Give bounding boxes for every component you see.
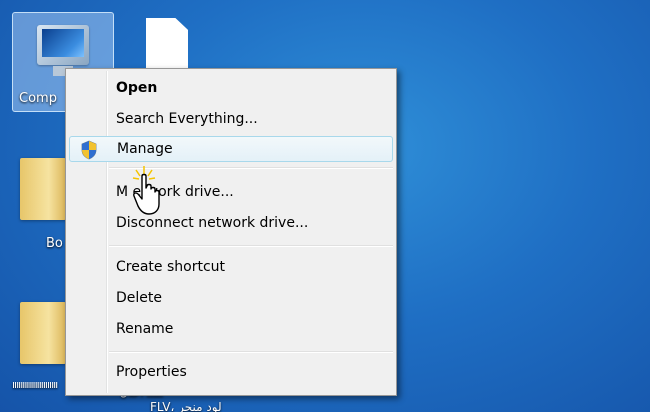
menu-separator: [109, 351, 393, 353]
menu-item-rename[interactable]: Rename: [69, 317, 393, 343]
menu-separator: [109, 245, 393, 247]
menu-item-label: Delete: [116, 290, 162, 306]
document-icon[interactable]: [146, 18, 188, 72]
menu-item-delete[interactable]: Delete: [69, 286, 393, 312]
folder-label-obscured: ıııııııııııııııııııııı: [12, 378, 58, 391]
menu-item-manage[interactable]: Manage: [69, 136, 393, 162]
computer-icon-label: Comp: [19, 91, 57, 106]
menu-item-label: Manage: [117, 141, 173, 157]
menu-item-open[interactable]: Open: [69, 76, 393, 102]
menu-item-label: Create shortcut: [116, 259, 226, 275]
hand-pointer-icon: [132, 166, 160, 215]
menu-item-label: Open: [116, 80, 158, 96]
menu-item-label: Rename: [116, 321, 174, 337]
menu-item-properties[interactable]: Properties: [69, 360, 393, 386]
menu-item-map-network-drive[interactable]: M etwork drive...: [69, 180, 393, 206]
folder-label: Bo: [46, 236, 63, 251]
folder-icon[interactable]: [20, 302, 68, 364]
menu-item-label: Disconnect network drive...: [116, 215, 309, 231]
uac-shield-icon: [81, 140, 97, 160]
context-menu: Open Search Everything... Manage M etwor…: [65, 68, 397, 396]
monitor-icon: [37, 25, 89, 76]
menu-item-label: Search Everything...: [116, 111, 258, 127]
folder-label-arabic-line2: FLV، لود منجر: [150, 400, 222, 414]
folder-icon[interactable]: [20, 158, 68, 220]
menu-item-search-everything[interactable]: Search Everything...: [69, 107, 393, 133]
menu-item-disconnect-network-drive[interactable]: Disconnect network drive...: [69, 211, 393, 237]
menu-item-create-shortcut[interactable]: Create shortcut: [69, 255, 393, 281]
menu-item-label: Properties: [116, 364, 187, 380]
